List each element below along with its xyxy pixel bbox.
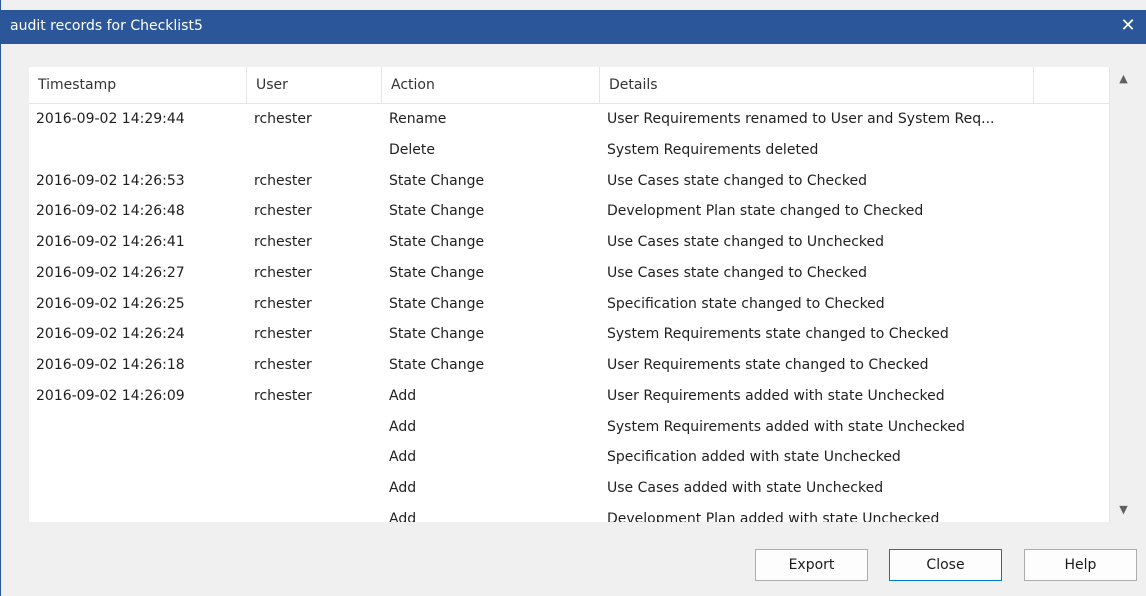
help-button[interactable]: Help xyxy=(1024,549,1137,581)
cell-action: State Change xyxy=(389,295,485,312)
cell-action: Add xyxy=(389,387,417,404)
table-row[interactable]: 2016-09-02 14:26:27 rchester State Change U… xyxy=(29,258,1109,289)
cell-action: Add xyxy=(389,449,417,466)
cell-timestamp xyxy=(29,135,251,165)
cell-details: Development Plan added with state Unchec… xyxy=(607,510,940,522)
cell-action: State Change xyxy=(389,172,485,189)
table-row[interactable]: 2016-09-02 14:26:48 rchester State Change D… xyxy=(29,196,1109,227)
list-body: 2016-09-02 14:29:44 rchester Rename User Re… xyxy=(29,104,1109,522)
table-row[interactable]: Delete System Requirements deleted xyxy=(29,135,1109,166)
cell-user: rchester xyxy=(254,111,312,127)
cell-timestamp xyxy=(29,442,251,472)
cell-details: System Requirements state changed to Che… xyxy=(607,326,949,343)
cell-user: rchester xyxy=(254,357,312,373)
cell-user: rchester xyxy=(254,172,312,189)
column-header-details[interactable]: Details xyxy=(600,67,1034,103)
cell-user: rchester xyxy=(254,264,312,281)
cell-user: rchester xyxy=(254,387,312,404)
title-bar[interactable]: audit records for Checklist5 ✕ xyxy=(1,10,1146,44)
cell-action: Rename xyxy=(389,111,447,127)
cell-details: User Requirements renamed to User and Sy… xyxy=(607,111,995,127)
cell-details: Specification added with state Unchecked xyxy=(607,449,901,466)
table-row[interactable]: 2016-09-02 14:26:25 rchester State Change S… xyxy=(29,289,1109,320)
cell-details: System Requirements deleted xyxy=(607,141,819,158)
dialog-title: audit records for Checklist5 xyxy=(10,18,203,34)
cell-timestamp: 2016-09-02 14:26:48 xyxy=(36,203,185,220)
cell-user: rchester xyxy=(254,203,312,220)
cell-timestamp: 2016-09-02 14:26:24 xyxy=(36,326,185,343)
cell-details: Use Cases state changed to Checked xyxy=(607,172,867,189)
table-row[interactable]: 2016-09-02 14:26:18 rchester State Change U… xyxy=(29,350,1109,381)
cell-user xyxy=(247,412,384,442)
cell-action: Delete xyxy=(389,141,435,158)
cell-details: Use Cases state changed to Checked xyxy=(607,264,867,281)
cell-timestamp: 2016-09-02 14:26:41 xyxy=(36,234,185,250)
cell-user: rchester xyxy=(254,326,312,343)
cell-timestamp: 2016-09-02 14:26:09 xyxy=(36,387,185,404)
table-row[interactable]: 2016-09-02 14:26:41 rchester State Change U… xyxy=(29,227,1109,258)
scroll-down-icon[interactable]: ▼ xyxy=(1110,498,1137,522)
cell-timestamp: 2016-09-02 14:26:18 xyxy=(36,357,185,373)
cell-details: Specification state changed to Checked xyxy=(607,295,885,312)
audit-records-dialog: audit records for Checklist5 ✕ Timestamp… xyxy=(0,0,1146,596)
cell-timestamp: 2016-09-02 14:29:44 xyxy=(36,111,185,127)
cell-user xyxy=(247,504,384,522)
table-row[interactable]: Add System Requirements added with state … xyxy=(29,412,1109,443)
column-header-action[interactable]: Action xyxy=(382,67,600,103)
table-row[interactable]: Add Use Cases added with state Unchecked xyxy=(29,473,1109,504)
cell-action: State Change xyxy=(389,234,485,250)
cell-details: Use Cases added with state Unchecked xyxy=(607,480,884,496)
scroll-up-icon[interactable]: ▲ xyxy=(1110,67,1137,91)
table-row[interactable]: Add Development Plan added with state Unc… xyxy=(29,504,1109,522)
cell-details: User Requirements added with state Unche… xyxy=(607,387,945,404)
cell-timestamp xyxy=(29,412,251,442)
cell-timestamp xyxy=(29,473,251,503)
vertical-scrollbar[interactable]: ▲ ▼ xyxy=(1109,67,1137,522)
cell-action: Add xyxy=(389,480,417,496)
cell-action: State Change xyxy=(389,357,485,373)
cell-timestamp: 2016-09-02 14:26:53 xyxy=(36,172,185,189)
table-row[interactable]: 2016-09-02 14:26:24 rchester State Change S… xyxy=(29,319,1109,350)
cell-timestamp: 2016-09-02 14:26:25 xyxy=(36,295,185,312)
audit-list: Timestamp User Action Details 2016-09-02… xyxy=(29,67,1137,522)
cell-user xyxy=(247,442,384,472)
cell-action: State Change xyxy=(389,326,485,343)
export-button[interactable]: Export xyxy=(755,549,868,581)
close-button[interactable]: Close xyxy=(889,549,1002,581)
cell-action: State Change xyxy=(389,264,485,281)
cell-details: Development Plan state changed to Checke… xyxy=(607,203,924,220)
cell-timestamp xyxy=(29,504,251,522)
close-icon[interactable]: ✕ xyxy=(1117,15,1139,37)
list-header: Timestamp User Action Details xyxy=(29,67,1109,104)
table-row[interactable]: 2016-09-02 14:26:53 rchester State Change U… xyxy=(29,166,1109,197)
table-row[interactable]: 2016-09-02 14:29:44 rchester Rename User Re… xyxy=(29,104,1109,135)
cell-user xyxy=(247,473,384,503)
column-header-timestamp[interactable]: Timestamp xyxy=(29,67,247,103)
cell-details: System Requirements added with state Unc… xyxy=(607,418,965,435)
cell-timestamp: 2016-09-02 14:26:27 xyxy=(36,264,185,281)
cell-user: rchester xyxy=(254,295,312,312)
cell-user xyxy=(247,135,384,165)
scroll-track[interactable] xyxy=(1111,93,1135,497)
column-header-user[interactable]: User xyxy=(247,67,382,103)
cell-action: State Change xyxy=(389,203,485,220)
table-row[interactable]: 2016-09-02 14:26:09 rchester Add User Requi… xyxy=(29,381,1109,412)
cell-details: Use Cases state changed to Unchecked xyxy=(607,234,884,250)
table-row[interactable]: Add Specification added with state Unchec… xyxy=(29,442,1109,473)
cell-details: User Requirements state changed to Check… xyxy=(607,357,929,373)
cell-user: rchester xyxy=(254,234,312,250)
cell-action: Add xyxy=(389,510,417,522)
cell-action: Add xyxy=(389,418,417,435)
